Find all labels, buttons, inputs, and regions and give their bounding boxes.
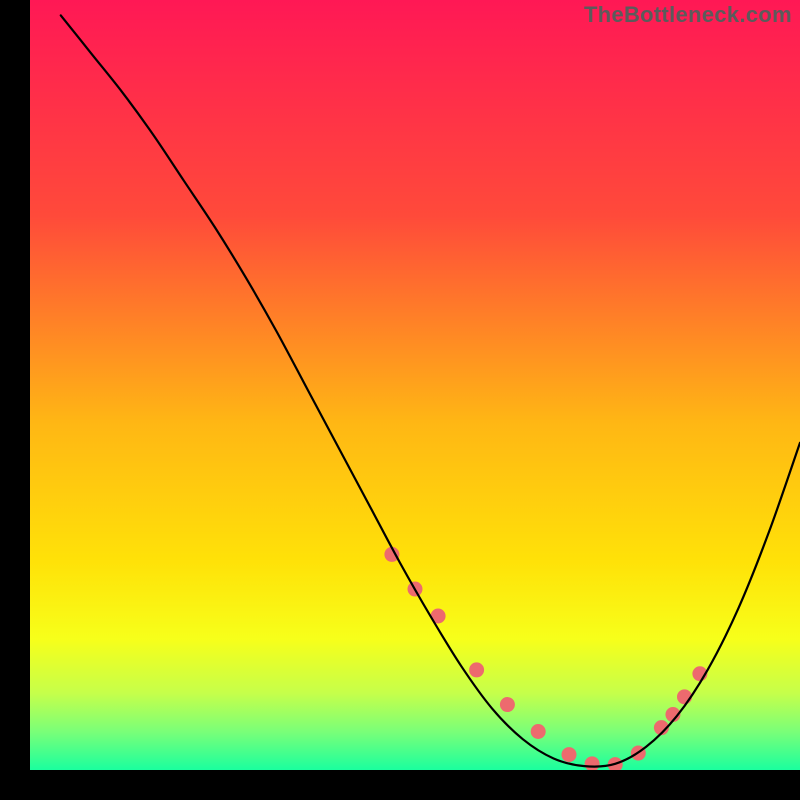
data-marker (585, 756, 600, 770)
data-marker (562, 747, 577, 762)
watermark-text: TheBottleneck.com (584, 2, 792, 28)
chart-container: TheBottleneck.com (0, 0, 800, 800)
chart-svg (30, 0, 800, 770)
bottleneck-curve (61, 15, 800, 766)
data-marker (500, 697, 515, 712)
data-marker (531, 724, 546, 739)
plot-area: TheBottleneck.com (30, 0, 800, 770)
data-marker (469, 662, 484, 677)
